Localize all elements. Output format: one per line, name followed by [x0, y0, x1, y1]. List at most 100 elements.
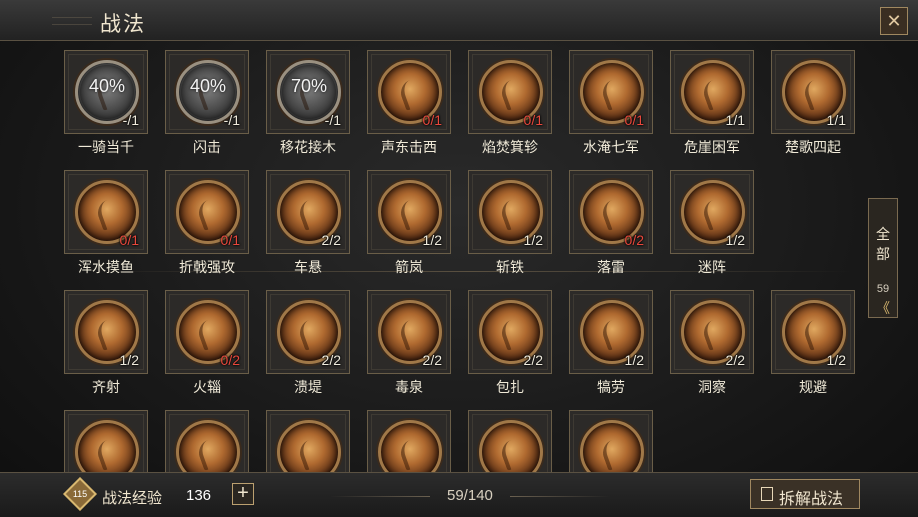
- emblem-swirl: [498, 435, 534, 471]
- emblem-swirl: [195, 195, 231, 231]
- tactic-card[interactable]: [363, 406, 459, 472]
- tactic-card[interactable]: 1/2 迷阵: [666, 166, 762, 278]
- tactic-emblem-icon: [176, 420, 240, 472]
- tactic-name: 楚歌四起: [785, 139, 841, 155]
- emblem-swirl: [498, 75, 534, 111]
- tactic-count: 1/2: [624, 352, 644, 368]
- tactic-tile: 1/2: [670, 170, 754, 254]
- filter-tab-all[interactable]: 全 部 59 《: [868, 198, 898, 318]
- tactic-name: 包扎: [496, 379, 524, 395]
- add-exp-button[interactable]: +: [232, 483, 254, 505]
- tactic-count: -/1: [223, 112, 240, 128]
- tactic-name: 声东击西: [381, 139, 437, 155]
- tactic-tile: 40% -/1: [64, 50, 148, 134]
- tactic-progress-percent: 40%: [189, 76, 227, 96]
- emblem-swirl: [195, 315, 231, 351]
- tactic-tile: 2/2: [670, 290, 754, 374]
- tactic-progress-percent: 70%: [290, 76, 328, 96]
- tactic-exp-label: 战法经验: [102, 490, 163, 507]
- tactic-card[interactable]: 1/2 齐射: [60, 286, 156, 398]
- tactic-card[interactable]: 40% -/1 闪击: [161, 46, 257, 158]
- tactic-emblem-icon: [580, 420, 644, 472]
- tactic-emblem-icon: [479, 420, 543, 472]
- page-title: 战法: [100, 13, 146, 36]
- tactic-name: 溃堤: [294, 379, 322, 395]
- tactic-emblem-icon: [75, 420, 139, 472]
- tactic-card[interactable]: [565, 406, 661, 472]
- tactic-card[interactable]: 0/2 火辎: [161, 286, 257, 398]
- collection-counter: 59/140: [447, 487, 493, 504]
- double-chevron-left-icon: 《: [876, 300, 890, 316]
- tactic-card[interactable]: 2/2 车悬: [262, 166, 358, 278]
- tactic-name: 落雷: [597, 259, 625, 275]
- tactic-name: 迷阵: [698, 259, 726, 275]
- tactic-tile: 2/2: [367, 290, 451, 374]
- emblem-swirl: [397, 195, 433, 231]
- emblem-swirl: [195, 435, 231, 471]
- title-ornament: [52, 17, 92, 25]
- emblem-swirl: [94, 195, 130, 231]
- tactic-exp-value: 136: [186, 487, 212, 504]
- tactic-count: 2/2: [321, 352, 341, 368]
- tactic-count: 1/2: [119, 352, 139, 368]
- tactic-tile: [165, 410, 249, 472]
- tactic-count: 1/2: [725, 232, 745, 248]
- tactic-count: 1/2: [523, 232, 543, 248]
- tactic-card[interactable]: 40% -/1 一骑当千: [60, 46, 156, 158]
- tactic-tile: [64, 410, 148, 472]
- tactic-name: 浑水摸鱼: [78, 259, 134, 275]
- tactic-card[interactable]: 70% -/1 移花接木: [262, 46, 358, 158]
- tactic-card[interactable]: 0/1 折戟强攻: [161, 166, 257, 278]
- tactic-name: 一骑当千: [78, 139, 134, 155]
- tactic-card[interactable]: 0/1 水淹七军: [565, 46, 661, 158]
- tactic-tile: 2/2: [468, 290, 552, 374]
- tactic-tile: 70% -/1: [266, 50, 350, 134]
- tactic-card[interactable]: 2/2 包扎: [464, 286, 560, 398]
- tactic-card[interactable]: 2/2 溃堤: [262, 286, 358, 398]
- tactic-card[interactable]: [161, 406, 257, 472]
- tactic-tile: 0/1: [367, 50, 451, 134]
- tactic-tile: [468, 410, 552, 472]
- tactic-card[interactable]: [60, 406, 156, 472]
- tactic-count: 0/2: [624, 232, 644, 248]
- tactic-card[interactable]: 0/1 声东击西: [363, 46, 459, 158]
- tactic-tile: 1/2: [771, 290, 855, 374]
- tactic-card[interactable]: 1/2 规避: [767, 286, 863, 398]
- filter-tab-label-1: 全: [876, 226, 890, 242]
- tactic-card[interactable]: 1/2 箭岚: [363, 166, 459, 278]
- tactic-count: 1/1: [826, 112, 846, 128]
- tactic-tile: 1/2: [64, 290, 148, 374]
- close-icon: ✕: [886, 11, 902, 31]
- tactic-tile: 2/2: [266, 290, 350, 374]
- tactic-count: 1/2: [422, 232, 442, 248]
- tactic-name: 规避: [799, 379, 827, 395]
- tactic-card[interactable]: [464, 406, 560, 472]
- tactic-tile: 1/2: [367, 170, 451, 254]
- tactic-card[interactable]: 1/2 犒劳: [565, 286, 661, 398]
- tactic-name: 水淹七军: [583, 139, 639, 155]
- bottom-bar: 115 战法经验 136 + 59/140 拆解战法: [0, 472, 918, 517]
- tactic-card[interactable]: 2/2 毒泉: [363, 286, 459, 398]
- tactic-card[interactable]: 1/1 危崖困军: [666, 46, 762, 158]
- tactic-card[interactable]: 2/2 洞察: [666, 286, 762, 398]
- tactic-card[interactable]: 1/1 楚歌四起: [767, 46, 863, 158]
- tactic-card[interactable]: [262, 406, 358, 472]
- close-button[interactable]: ✕: [880, 7, 908, 35]
- tactic-card[interactable]: 0/2 落雷: [565, 166, 661, 278]
- emblem-swirl: [94, 315, 130, 351]
- dismantle-tactics-button[interactable]: 拆解战法: [750, 479, 860, 509]
- emblem-swirl: [599, 435, 635, 471]
- top-bar: 战法 ✕: [0, 0, 918, 41]
- tactic-card[interactable]: 1/2 斩铁: [464, 166, 560, 278]
- tactic-name: 危崖困军: [684, 139, 740, 155]
- tactic-card[interactable]: 0/1 浑水摸鱼: [60, 166, 156, 278]
- emblem-swirl: [498, 195, 534, 231]
- emblem-swirl: [296, 315, 332, 351]
- tactic-tile: [266, 410, 350, 472]
- tactic-name: 洞察: [698, 379, 726, 395]
- emblem-swirl: [801, 315, 837, 351]
- tactic-name: 箭岚: [395, 259, 423, 275]
- tactic-card[interactable]: 0/1 焰焚箕轸: [464, 46, 560, 158]
- emblem-swirl: [700, 315, 736, 351]
- tactic-tile: 1/2: [569, 290, 653, 374]
